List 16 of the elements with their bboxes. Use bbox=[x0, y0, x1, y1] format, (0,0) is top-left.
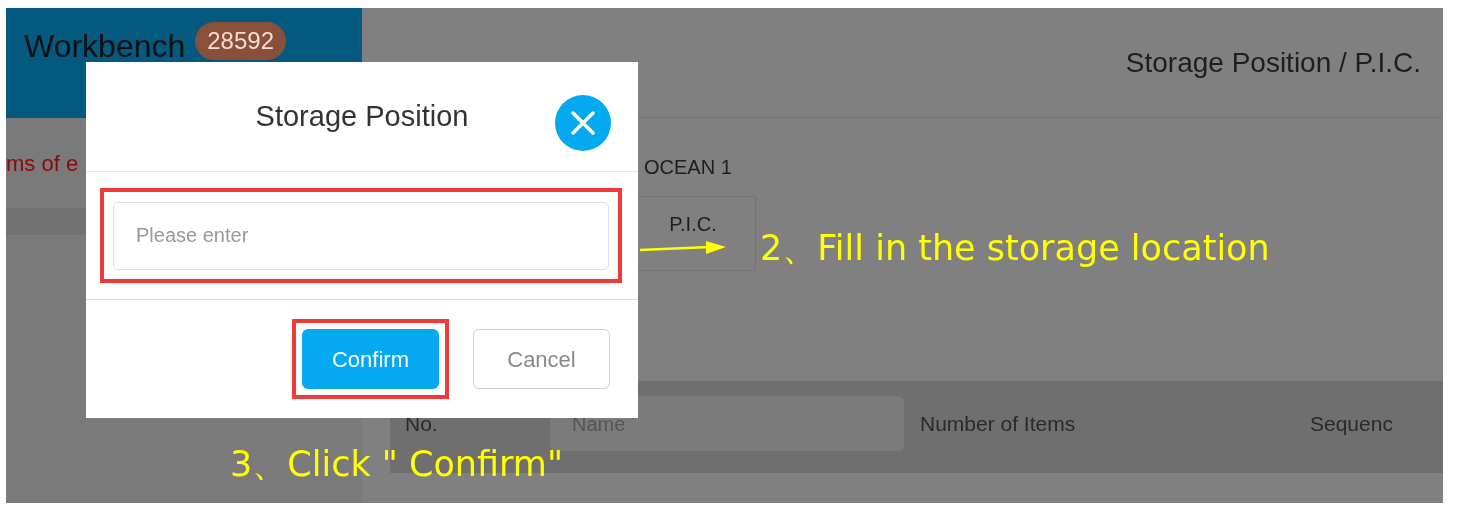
count-badge: 28592 bbox=[195, 22, 286, 60]
column-header: Number of Items bbox=[920, 410, 1076, 437]
notice-text: ms of e bbox=[6, 149, 79, 178]
workbench-title: Workbench bbox=[24, 27, 186, 66]
annotation-text: 2、Fill in the storage location bbox=[760, 227, 1270, 270]
storage-position-input[interactable]: Please enter bbox=[113, 201, 609, 270]
close-button[interactable] bbox=[555, 95, 611, 151]
arrow-icon bbox=[640, 240, 726, 257]
dialog-title: Storage Position bbox=[255, 98, 469, 134]
confirm-button[interactable]: Confirm bbox=[302, 329, 439, 389]
column-header: No. bbox=[405, 410, 438, 437]
page-title: Storage Position / P.I.C. bbox=[1125, 45, 1421, 80]
column-header: Sequenc bbox=[1310, 410, 1393, 437]
vessel-name: OCEAN 1 bbox=[644, 156, 732, 178]
close-icon bbox=[570, 110, 596, 136]
cancel-button[interactable]: Cancel bbox=[473, 329, 610, 389]
